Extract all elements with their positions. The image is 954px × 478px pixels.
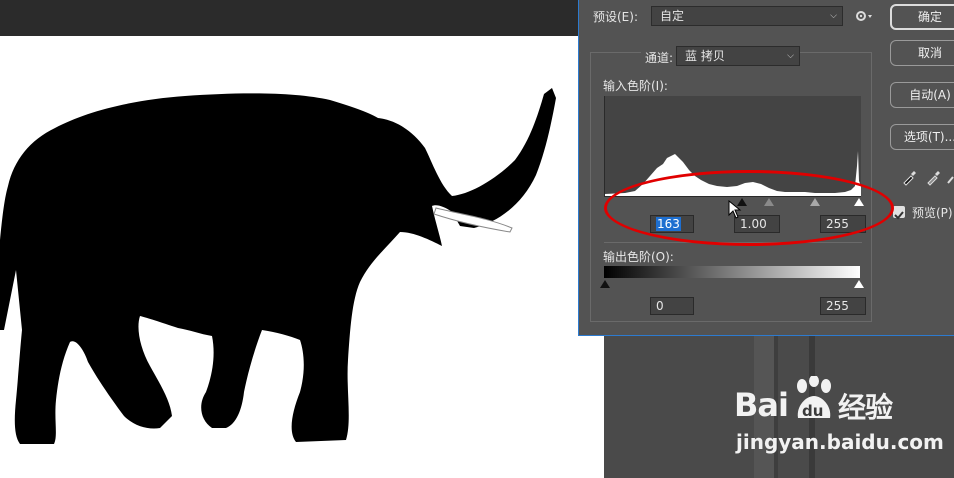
document-canvas[interactable] [0,36,604,478]
levels-dialog: 预设(E): 自定 ⌵ 通道: 蓝 拷贝 ⌵ 输入色阶(I): 163 1.00… [578,0,954,336]
output-gradient [604,266,860,278]
preset-select[interactable]: 自定 ⌵ [651,6,843,26]
chevron-down-icon: ⌵ [830,11,837,21]
options-button[interactable]: 选项(T)... [890,124,954,150]
ok-button[interactable]: 确定 [890,4,954,30]
red-annotation-ellipse [604,170,894,246]
preset-value: 自定 [660,9,685,23]
preview-label: 预览(P) [912,206,953,220]
channel-label: 通道: [641,49,678,66]
preset-label: 预设(E): [593,10,638,24]
gray-eyedropper-icon[interactable] [925,168,943,186]
output-white-slider[interactable] [854,280,864,288]
mouse-cursor-icon [728,200,742,219]
watermark-paw-text: du [802,402,823,420]
chevron-down-icon: ⌵ [787,51,794,61]
cancel-button[interactable]: 取消 [890,40,954,66]
input-levels-label: 输入色阶(I): [603,79,668,93]
preview-checkbox[interactable] [893,206,905,220]
checkmark-icon [894,211,904,220]
channel-select[interactable]: 蓝 拷贝 ⌵ [676,46,800,66]
watermark-brand: Bai [734,386,789,424]
output-black-value: 0 [656,299,664,313]
watermark-brand-cn: 经验 [838,391,893,424]
black-eyedropper-icon[interactable] [901,168,919,186]
output-black-slider[interactable] [600,280,610,288]
channel-value: 蓝 拷贝 [685,49,725,63]
output-white-field[interactable]: 255 [820,297,866,315]
output-white-value: 255 [826,299,849,313]
output-black-field[interactable]: 0 [650,297,694,315]
white-eyedropper-icon[interactable] [947,168,954,186]
paw-icon: du [797,376,831,420]
auto-button[interactable]: 自动(A) [890,82,954,108]
output-levels-label: 输出色阶(O): [603,250,674,264]
elephant-silhouette [0,88,556,444]
gear-icon[interactable] [855,9,875,23]
watermark-url: jingyan.baidu.com [736,430,944,454]
